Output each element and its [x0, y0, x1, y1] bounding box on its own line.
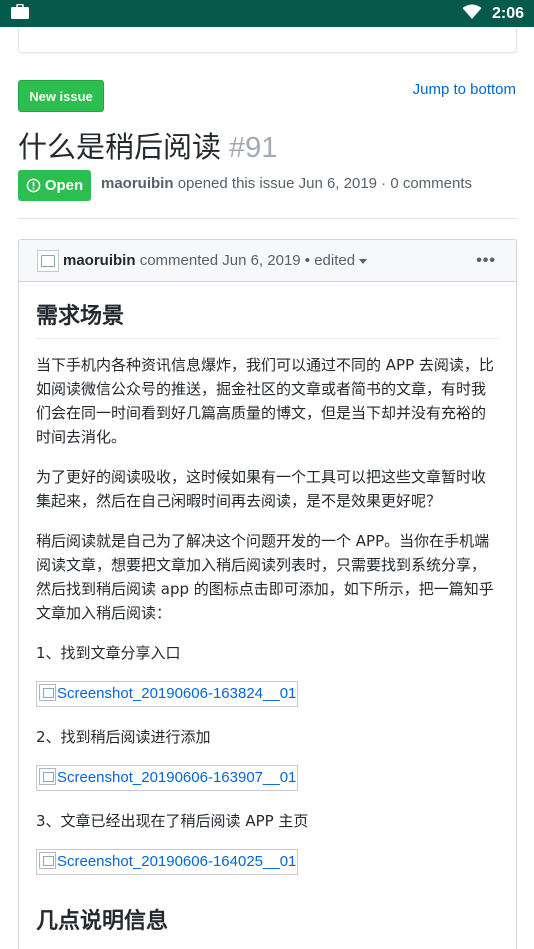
issue-number: #91 — [229, 132, 278, 164]
divider — [18, 218, 517, 219]
section-heading: 几点说明信息 — [36, 909, 169, 934]
paragraph: 为了更好的阅读吸收，这时候如果有一个工具可以把这些文章暂时收集起来，然后在自己闲… — [36, 468, 487, 510]
screenshot-image-link[interactable]: Screenshot_20190606-163907__01 — [36, 765, 299, 791]
chevron-down-icon[interactable] — [359, 258, 368, 264]
new-issue-button[interactable]: New issue — [18, 80, 104, 112]
step-text: 2、找到稍后阅读进行添加 — [36, 728, 211, 746]
image-alt-text: Screenshot_20190606-163907__01 — [57, 769, 297, 786]
issue-meta: maoruibin opened this issue Jun 6, 2019 … — [101, 175, 472, 192]
issue-title: 什么是稍后阅读 #91 — [18, 124, 277, 166]
status-bar: 2:06 — [0, 0, 534, 27]
issue-opened-icon — [26, 178, 41, 193]
issue-meta-text: opened this issue Jun 6, 2019 · 0 commen… — [177, 175, 473, 192]
screenshot-image-link[interactable]: Screenshot_20190606-163824__01 — [36, 681, 299, 707]
section-heading: 需求场景 — [36, 282, 499, 339]
paragraph: 当下手机内各种资讯信息爆炸，我们可以通过不同的 APP 去阅读，比如阅读微信公众… — [36, 356, 494, 446]
more-options-button[interactable]: ••• — [476, 252, 496, 270]
screenshot-image-link[interactable]: Screenshot_20190606-164025__01 — [36, 849, 299, 875]
broken-image-icon — [39, 852, 56, 869]
clock: 2:06 — [491, 4, 524, 22]
broken-image-icon — [39, 684, 56, 701]
broken-image-icon — [39, 768, 56, 785]
comment-card: maoruibin commented Jun 6, 2019 • edited… — [18, 239, 517, 949]
image-alt-text: Screenshot_20190606-164025__01 — [57, 853, 297, 870]
comment-meta-text[interactable]: commented Jun 6, 2019 • edited — [140, 252, 355, 269]
issue-state-badge: Open — [18, 170, 91, 201]
briefcase-icon — [10, 3, 30, 24]
issue-state-label: Open — [44, 177, 84, 194]
wifi-icon — [462, 4, 482, 24]
image-alt-text: Screenshot_20190606-163824__01 — [57, 685, 297, 702]
comment-header: maoruibin commented Jun 6, 2019 • edited… — [19, 240, 516, 282]
comment-body: 需求场景 当下手机内各种资讯信息爆炸，我们可以通过不同的 APP 去阅读，比如阅… — [19, 282, 516, 935]
comment-author-link[interactable]: maoruibin — [63, 252, 136, 269]
comment-meta: maoruibin commented Jun 6, 2019 • edited — [63, 252, 368, 269]
step-text: 1、找到文章分享入口 — [36, 644, 181, 662]
jump-to-bottom-link[interactable]: Jump to bottom — [413, 81, 516, 98]
issue-title-text: 什么是稍后阅读 — [18, 130, 222, 164]
previous-card — [18, 27, 517, 53]
issue-author-link[interactable]: maoruibin — [101, 175, 174, 192]
paragraph: 稍后阅读就是自己为了解决这个问题开发的一个 APP。当你在手机端阅读文章，想要把… — [36, 532, 494, 622]
avatar[interactable] — [37, 249, 59, 272]
step-text: 3、文章已经出现在了稍后阅读 APP 主页 — [36, 812, 309, 830]
